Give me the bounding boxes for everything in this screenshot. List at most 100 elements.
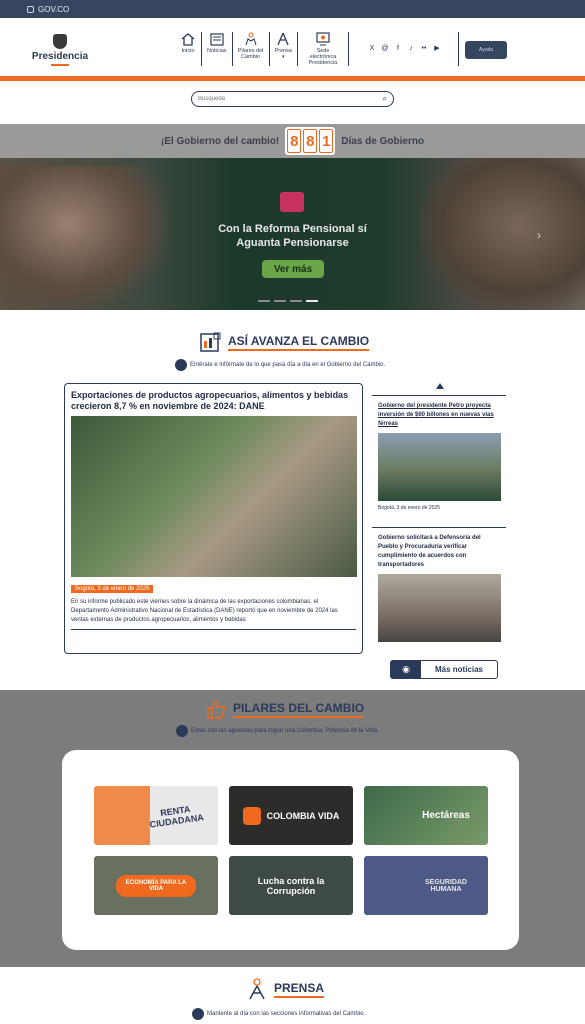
days-counter-band: ¡El Gobierno del cambio! 8 8 1 Días de G… bbox=[0, 124, 585, 158]
nav-item-sede[interactable]: Sede electrónica Presidencia bbox=[299, 32, 347, 66]
nav-label-pilares: Pilares del Cambio bbox=[237, 48, 264, 60]
nav-divider bbox=[297, 32, 298, 66]
pillar-label: COLOMBIA VIDA bbox=[266, 810, 340, 821]
press-icon bbox=[275, 32, 291, 46]
thumbs-up-icon bbox=[207, 700, 226, 719]
pillar-tile-renta[interactable]: RENTA CIUDADANA bbox=[94, 786, 218, 845]
carousel-dot[interactable] bbox=[274, 300, 286, 302]
section-header-pilares: PILARES DEL CAMBIO bbox=[205, 699, 365, 719]
x-icon[interactable]: X bbox=[368, 45, 376, 52]
nav-label-sede: Sede electrónica Presidencia bbox=[308, 48, 338, 66]
flickr-icon[interactable]: •• bbox=[420, 45, 428, 52]
hero-carousel[interactable]: Con la Reforma Pensional sí Aguanta Pens… bbox=[0, 158, 585, 310]
scroll-up-icon[interactable] bbox=[436, 383, 444, 389]
nav-divider bbox=[268, 32, 270, 66]
nav-divider bbox=[231, 32, 233, 66]
section-subtitle: Estas son las apuestas para lograr una C… bbox=[191, 728, 379, 734]
featured-news-image[interactable] bbox=[71, 416, 357, 577]
help-button[interactable]: Ayuda bbox=[465, 41, 507, 59]
section-subtitle: Entérate e infórmate de lo que pasa día … bbox=[190, 362, 386, 368]
more-news-button[interactable]: ◉ Más noticias bbox=[390, 660, 498, 679]
day-counter: 8 8 1 bbox=[285, 127, 336, 155]
threads-icon[interactable]: @ bbox=[381, 45, 389, 52]
pillar-label: Lucha contra la Corrupción bbox=[257, 875, 325, 896]
presidencia-logo[interactable]: Presidencia bbox=[30, 34, 90, 68]
nav-item-noticias[interactable]: Noticias bbox=[203, 32, 231, 54]
side-news-date: Bogotá, 3 de enero de 2025 bbox=[378, 505, 440, 511]
search-icon[interactable]: ⌕ bbox=[383, 94, 387, 104]
pillar-tile-vida[interactable]: COLOMBIA VIDA bbox=[229, 786, 353, 845]
featured-news-title[interactable]: Exportaciones de productos agropecuarios… bbox=[71, 390, 356, 412]
section-title: PILARES DEL CAMBIO bbox=[233, 701, 365, 718]
side-news-title[interactable]: Gobierno solicitará a Defensoría del Pue… bbox=[378, 534, 500, 570]
chevron-down-icon: ▾ bbox=[282, 54, 285, 60]
tiktok-icon[interactable]: ♪ bbox=[407, 45, 415, 52]
pilares-card bbox=[62, 750, 519, 950]
pillar-label: RENTA CIUDADANA bbox=[149, 803, 205, 830]
carousel-dot[interactable] bbox=[290, 300, 302, 302]
facebook-icon[interactable]: f bbox=[394, 45, 402, 52]
eye-icon bbox=[176, 725, 188, 737]
newspaper-icon bbox=[209, 32, 225, 46]
youtube-icon[interactable]: ▶ bbox=[433, 44, 441, 52]
nav-item-pilares[interactable]: Pilares del Cambio bbox=[234, 32, 268, 60]
carousel-dot[interactable] bbox=[258, 300, 270, 302]
featured-news-date: Bogotá, 3 de enero de 2025 bbox=[71, 585, 154, 593]
counter-digit: 1 bbox=[319, 129, 334, 153]
section-title: PRENSA bbox=[274, 981, 325, 998]
section-subtitle-row: Entérate e infórmate de lo que pasa día … bbox=[175, 359, 385, 371]
section-subtitle: Mantente al día con las secciones inform… bbox=[207, 1011, 366, 1017]
pillar-label: Hectáreas bbox=[422, 810, 470, 821]
social-links: X @ f ♪ •• ▶ bbox=[368, 44, 441, 53]
section-subtitle-row: Estas son las apuestas para lograr una C… bbox=[176, 725, 379, 737]
coat-of-arms-icon bbox=[53, 34, 67, 49]
side-news-image[interactable] bbox=[378, 574, 501, 642]
nav-label-inicio: Inicio bbox=[181, 48, 195, 54]
hero-photo-elder bbox=[420, 158, 585, 310]
eye-icon bbox=[192, 1008, 204, 1020]
counter-digit: 8 bbox=[303, 129, 318, 153]
hero-photo-couple bbox=[0, 166, 170, 310]
pillar-tile-economia[interactable]: ECONOMÍA PARA LA VIDA bbox=[94, 856, 218, 915]
nav-divider bbox=[348, 32, 349, 66]
ver-mas-button[interactable]: Ver más bbox=[262, 260, 324, 278]
divider bbox=[71, 629, 356, 630]
header-divider bbox=[458, 32, 459, 66]
logo-underline bbox=[51, 64, 69, 66]
pillar-tile-corrupcion[interactable]: Lucha contra la Corrupción bbox=[229, 856, 353, 915]
side-news-item[interactable]: Gobierno solicitará a Defensoría del Pue… bbox=[372, 527, 506, 649]
hero-title: Con la Reforma Pensional sí Aguanta Pens… bbox=[218, 223, 367, 249]
search-box: ⌕ bbox=[191, 91, 394, 107]
featured-news-card[interactable]: Exportaciones de productos agropecuarios… bbox=[64, 383, 363, 654]
carousel-next-icon[interactable]: › bbox=[537, 228, 541, 242]
gov-logo-icon bbox=[27, 5, 34, 13]
side-news-image[interactable] bbox=[378, 433, 501, 501]
news-side-list: Gobierno del presidente Petro proyecta i… bbox=[370, 383, 507, 649]
search-input[interactable] bbox=[198, 96, 383, 102]
more-news-label: Más noticias bbox=[434, 665, 483, 674]
nav-item-prensa[interactable]: Prensa ▾ bbox=[271, 32, 296, 60]
pillar-label: SEGURIDAD HUMANA bbox=[424, 878, 467, 893]
screen-icon bbox=[315, 32, 331, 46]
pillar-tile-hectareas[interactable]: Hectáreas bbox=[364, 786, 488, 845]
counter-right-text: Días de Gobierno bbox=[341, 135, 425, 147]
nav-label-noticias: Noticias bbox=[207, 48, 227, 54]
side-news-title[interactable]: Gobierno del presidente Petro proyecta i… bbox=[378, 402, 500, 429]
side-news-item[interactable]: Gobierno del presidente Petro proyecta i… bbox=[372, 395, 506, 523]
nav-divider bbox=[201, 32, 202, 66]
section-title: ASÍ AVANZA EL CAMBIO bbox=[228, 334, 370, 351]
carousel-dot-active[interactable] bbox=[306, 300, 318, 302]
featured-news-description: En su informe publicado este viernes sob… bbox=[71, 599, 338, 623]
home-icon bbox=[180, 32, 196, 46]
gov-bar: GOV.CO bbox=[0, 0, 585, 18]
nav-item-inicio[interactable]: Inicio bbox=[176, 32, 200, 54]
pillar-tile-seguridad[interactable]: SEGURIDAD HUMANA bbox=[364, 856, 488, 915]
eye-icon bbox=[175, 359, 187, 371]
gov-label[interactable]: GOV.CO bbox=[38, 5, 69, 14]
heart-message-icon bbox=[280, 192, 304, 212]
people-icon bbox=[243, 32, 259, 46]
pillar-label: ECONOMÍA PARA LA VIDA bbox=[116, 874, 196, 897]
vida-icon bbox=[242, 806, 261, 825]
counter-left-text: ¡El Gobierno del cambio! bbox=[160, 135, 280, 147]
section-header-prensa: PRENSA bbox=[246, 978, 325, 1000]
